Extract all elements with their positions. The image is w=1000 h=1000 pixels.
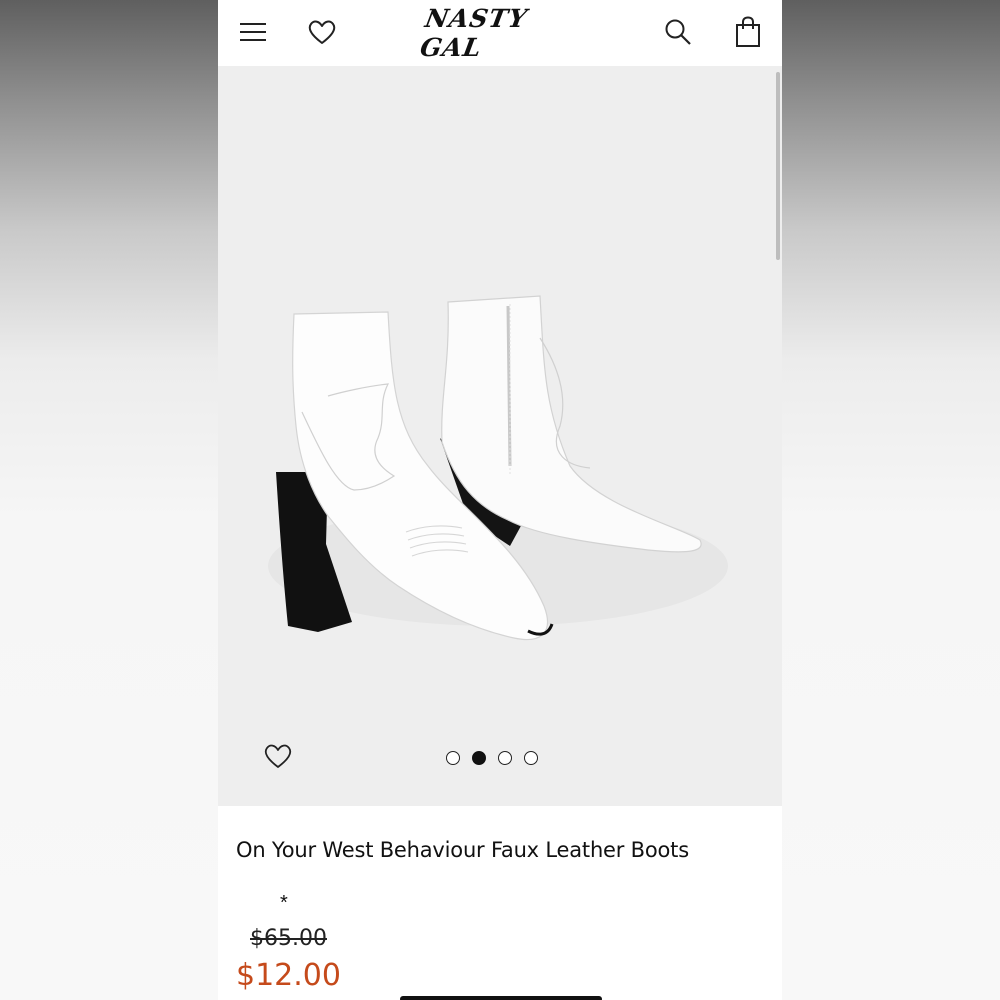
product-title: On Your West Behaviour Faux Leather Boot… [236,838,689,862]
carousel-dot-2[interactable] [472,751,486,765]
heart-icon[interactable] [304,14,340,50]
carousel-dot-4[interactable] [524,751,538,765]
site-header: NASTY GAL [218,0,782,66]
favorite-button[interactable] [260,738,296,774]
shopping-bag-icon[interactable] [730,14,766,50]
carousel-dots [446,751,538,765]
carousel-dot-3[interactable] [498,751,512,765]
carousel-dot-1[interactable] [446,751,460,765]
hamburger-menu-icon[interactable] [235,14,271,50]
heart-icon [264,744,292,768]
original-price: $65.00 [250,926,327,951]
brand-logo[interactable]: NASTY GAL [418,4,588,62]
sale-price: $12.00 [236,958,341,993]
home-indicator [400,996,602,1000]
product-image-gallery[interactable] [218,66,782,806]
product-image [268,295,728,640]
scrollbar[interactable] [776,72,780,260]
asterisk-marker: * [280,892,288,914]
product-page: NASTY GAL On Your West Behaviour Faux Le… [218,0,782,1000]
search-icon[interactable] [660,14,696,50]
